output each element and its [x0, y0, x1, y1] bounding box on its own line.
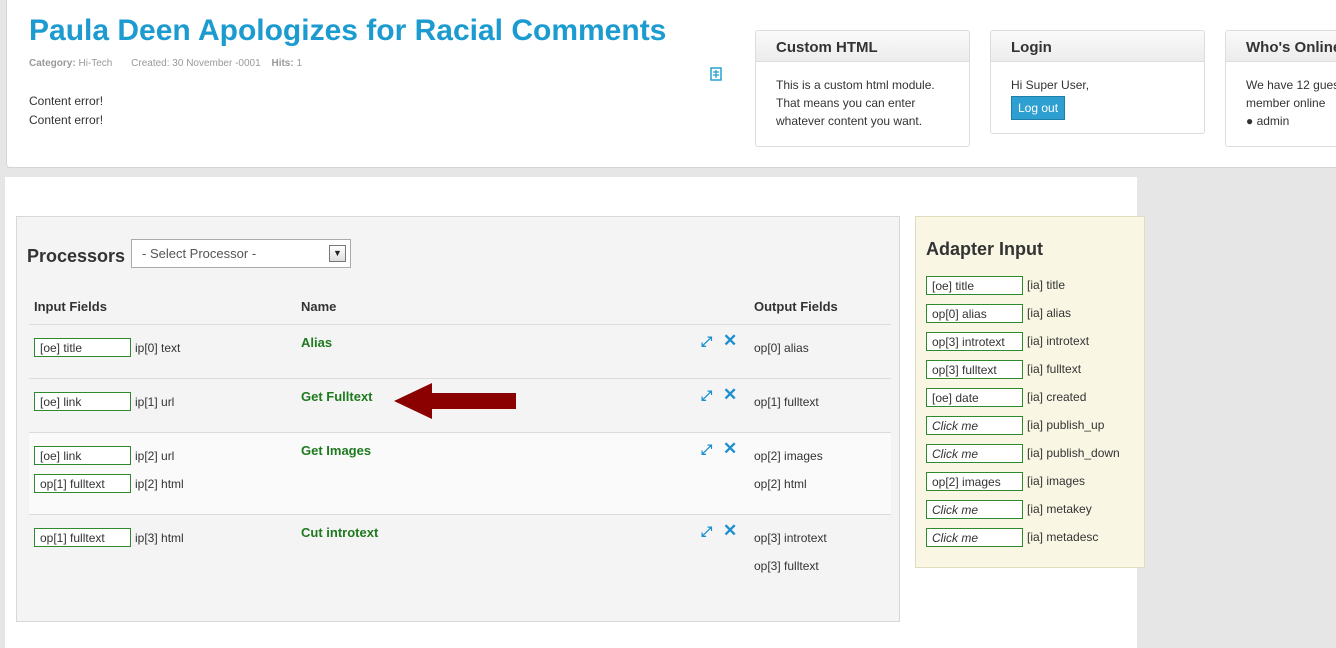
output-field: op[3] introtext	[754, 531, 827, 545]
row-divider	[29, 514, 891, 515]
adapter-field-box[interactable]: [oe] date	[926, 388, 1023, 407]
processor-select[interactable]: - Select Processor - ▼	[131, 239, 351, 268]
row-divider	[29, 432, 891, 433]
adapter-input-panel: Adapter Input [oe] title [ia] title op[0] …	[915, 216, 1145, 568]
row-divider	[29, 378, 891, 379]
adapter-field-label: [ia] alias	[1027, 306, 1072, 320]
custom-html-title: Custom HTML	[756, 31, 969, 62]
processor-name[interactable]: Get Images	[301, 443, 371, 458]
row-divider	[29, 324, 891, 325]
close-icon[interactable]: ✕	[723, 385, 737, 405]
custom-html-line: whatever content you want.	[776, 114, 923, 128]
row-highlight	[29, 432, 891, 514]
col-input-fields: Input Fields	[34, 299, 107, 314]
close-icon[interactable]: ✕	[723, 331, 737, 351]
whos-online-module: Who's Online We have 12 gues member onli…	[1225, 30, 1336, 147]
login-title: Login	[991, 31, 1204, 62]
adapter-field-label: [ia] publish_up	[1027, 418, 1105, 432]
content-error-2: Content error!	[29, 113, 104, 127]
chevron-down-icon[interactable]: ▼	[329, 245, 346, 262]
adapter-field-label: [ia] metakey	[1027, 502, 1092, 516]
adapter-field-box[interactable]: Click me	[926, 444, 1023, 463]
login-module: Login Hi Super User, Log out	[990, 30, 1205, 134]
input-field-box[interactable]: [oe] link	[34, 392, 131, 411]
input-field-box[interactable]: [oe] link	[34, 446, 131, 465]
article-title[interactable]: Paula Deen Apologizes for Racial Comment…	[29, 14, 666, 48]
whos-online-title: Who's Online	[1226, 31, 1336, 62]
input-field-box[interactable]: op[1] fulltext	[34, 528, 131, 547]
whos-online-body: We have 12 gues member online ● admin	[1226, 62, 1336, 144]
custom-html-module: Custom HTML This is a custom html module…	[755, 30, 970, 147]
edit-icon[interactable]	[710, 67, 722, 84]
expand-icon[interactable]: ⤢	[701, 333, 712, 350]
expand-icon[interactable]: ⤢	[701, 441, 712, 458]
expand-icon[interactable]: ⤢	[701, 387, 712, 404]
adapter-field-box[interactable]: Click me	[926, 416, 1023, 435]
created-date: Created: 30 November -0001	[131, 58, 261, 69]
input-field-label: ip[1] url	[135, 395, 175, 409]
logout-button[interactable]: Log out	[1011, 96, 1066, 120]
adapter-field-label: [ia] publish_down	[1027, 446, 1120, 460]
adapter-field-label: [ia] introtext	[1027, 334, 1090, 348]
input-field-label: ip[2] html	[135, 477, 184, 491]
adapter-field-label: [ia] created	[1027, 390, 1087, 404]
adapter-field-box[interactable]: [oe] title	[926, 276, 1023, 295]
output-field: op[3] fulltext	[754, 559, 819, 573]
adapter-field-label: [ia] fulltext	[1027, 362, 1082, 376]
adapter-field-box[interactable]: Click me	[926, 500, 1023, 519]
col-output-fields: Output Fields	[754, 299, 838, 314]
close-icon[interactable]: ✕	[723, 521, 737, 541]
adapter-field-box[interactable]: op[0] alias	[926, 304, 1023, 323]
article-meta: Category: Hi-Tech Created: 30 November -…	[29, 58, 318, 69]
input-field-box[interactable]: op[1] fulltext	[34, 474, 131, 493]
adapter-field-label: [ia] title	[1027, 278, 1066, 292]
custom-html-body: This is a custom html module. That means…	[756, 62, 969, 144]
processors-panel: Processors - Select Processor - ▼ Input …	[16, 216, 900, 622]
close-icon[interactable]: ✕	[723, 439, 737, 459]
annotation-arrow	[394, 383, 516, 419]
processor-name[interactable]: Get Fulltext	[301, 389, 373, 404]
processor-name[interactable]: Alias	[301, 335, 332, 350]
hits-value: 1	[296, 58, 303, 69]
login-greeting: Hi Super User,	[1011, 78, 1090, 92]
output-field: op[0] alias	[754, 341, 809, 355]
adapter-field-label: [ia] images	[1027, 474, 1086, 488]
whos-online-line: We have 12 gues	[1246, 78, 1336, 92]
output-field: op[2] images	[754, 449, 823, 463]
login-body: Hi Super User, Log out	[991, 62, 1204, 133]
processors-title: Processors	[27, 246, 126, 266]
adapter-field-box[interactable]: op[3] fulltext	[926, 360, 1023, 379]
adapter-field-box[interactable]: op[3] introtext	[926, 332, 1023, 351]
input-field-label: ip[0] text	[135, 341, 181, 355]
adapter-input-title: Adapter Input	[926, 239, 1043, 259]
adapter-field-box[interactable]: Click me	[926, 528, 1023, 547]
content-error-1: Content error!	[29, 94, 104, 108]
custom-html-line: This is a custom html module.	[776, 78, 935, 92]
expand-icon[interactable]: ⤢	[701, 523, 712, 540]
category-label: Category:	[29, 58, 76, 69]
whos-online-user[interactable]: ● admin	[1246, 112, 1334, 130]
input-field-label: ip[3] html	[135, 531, 184, 545]
main-content: Processors - Select Processor - ▼ Input …	[5, 177, 1145, 648]
adapter-field-label: [ia] metadesc	[1027, 530, 1099, 544]
hits-label: Hits:	[271, 58, 294, 69]
processor-select-value: - Select Processor -	[142, 246, 257, 261]
col-name: Name	[301, 299, 337, 314]
output-field: op[1] fulltext	[754, 395, 819, 409]
processor-name[interactable]: Cut introtext	[301, 525, 378, 540]
output-field: op[2] html	[754, 477, 807, 491]
input-field-box[interactable]: [oe] title	[34, 338, 131, 357]
custom-html-line: That means you can enter	[776, 96, 916, 110]
whos-online-line: member online	[1246, 96, 1326, 110]
input-field-label: ip[2] url	[135, 449, 175, 463]
category-value[interactable]: Hi-Tech	[78, 58, 112, 69]
adapter-field-box[interactable]: op[2] images	[926, 472, 1023, 491]
